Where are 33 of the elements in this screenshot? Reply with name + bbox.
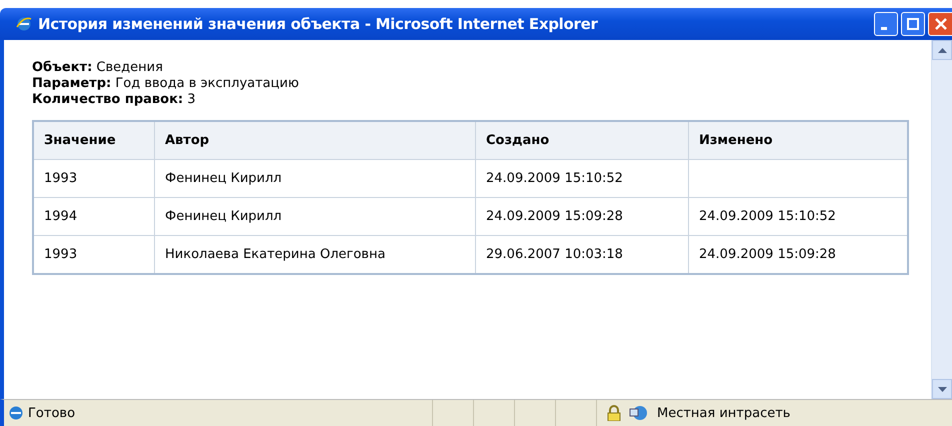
scroll-up-icon[interactable] (932, 40, 952, 60)
table-cell: Николаева Екатерина Олеговна (165, 247, 386, 262)
table-cell: 1994 (44, 209, 78, 224)
window-title: История изменений значения объекта - Microsoft Internet Explorer (38, 15, 598, 33)
scroll-down-icon[interactable] (932, 379, 952, 399)
zone-text: Местная интрасеть (657, 406, 790, 420)
table-cell: 1993 (44, 247, 78, 262)
table-cell: 24.09.2009 15:10:52 (699, 209, 836, 224)
status-text: Готово (28, 406, 76, 420)
column-header: Значение (33, 121, 154, 160)
table-cell: 24.09.2009 15:10:52 (486, 171, 623, 186)
table-cell: 24.09.2009 15:09:28 (699, 247, 836, 262)
network-icon (629, 405, 649, 421)
close-button[interactable] (928, 12, 952, 36)
column-header: Создано (476, 121, 688, 160)
scrollbar[interactable] (931, 40, 952, 399)
table-cell: 29.06.2007 10:03:18 (486, 247, 623, 262)
table-cell: 1993 (44, 171, 78, 186)
table-cell: Фенинец Кирилл (165, 171, 282, 186)
lock-icon (607, 405, 621, 421)
browser-icon (16, 16, 32, 32)
maximize-button[interactable] (901, 12, 925, 36)
column-header: Изменено (688, 121, 908, 160)
close-icon (934, 18, 946, 30)
column-header: Автор (154, 121, 476, 160)
minimize-icon (881, 26, 887, 30)
info-line: Объект: Сведения (32, 60, 164, 76)
info-line: Параметр: Год ввода в эксплуатацию (32, 76, 300, 92)
table-cell: 24.09.2009 15:09:28 (486, 209, 623, 224)
table-cell: Фенинец Кирилл (165, 209, 282, 224)
minimize-button[interactable] (874, 12, 898, 36)
maximize-icon (907, 18, 919, 30)
info-line: Количество правок: 3 (32, 92, 196, 108)
